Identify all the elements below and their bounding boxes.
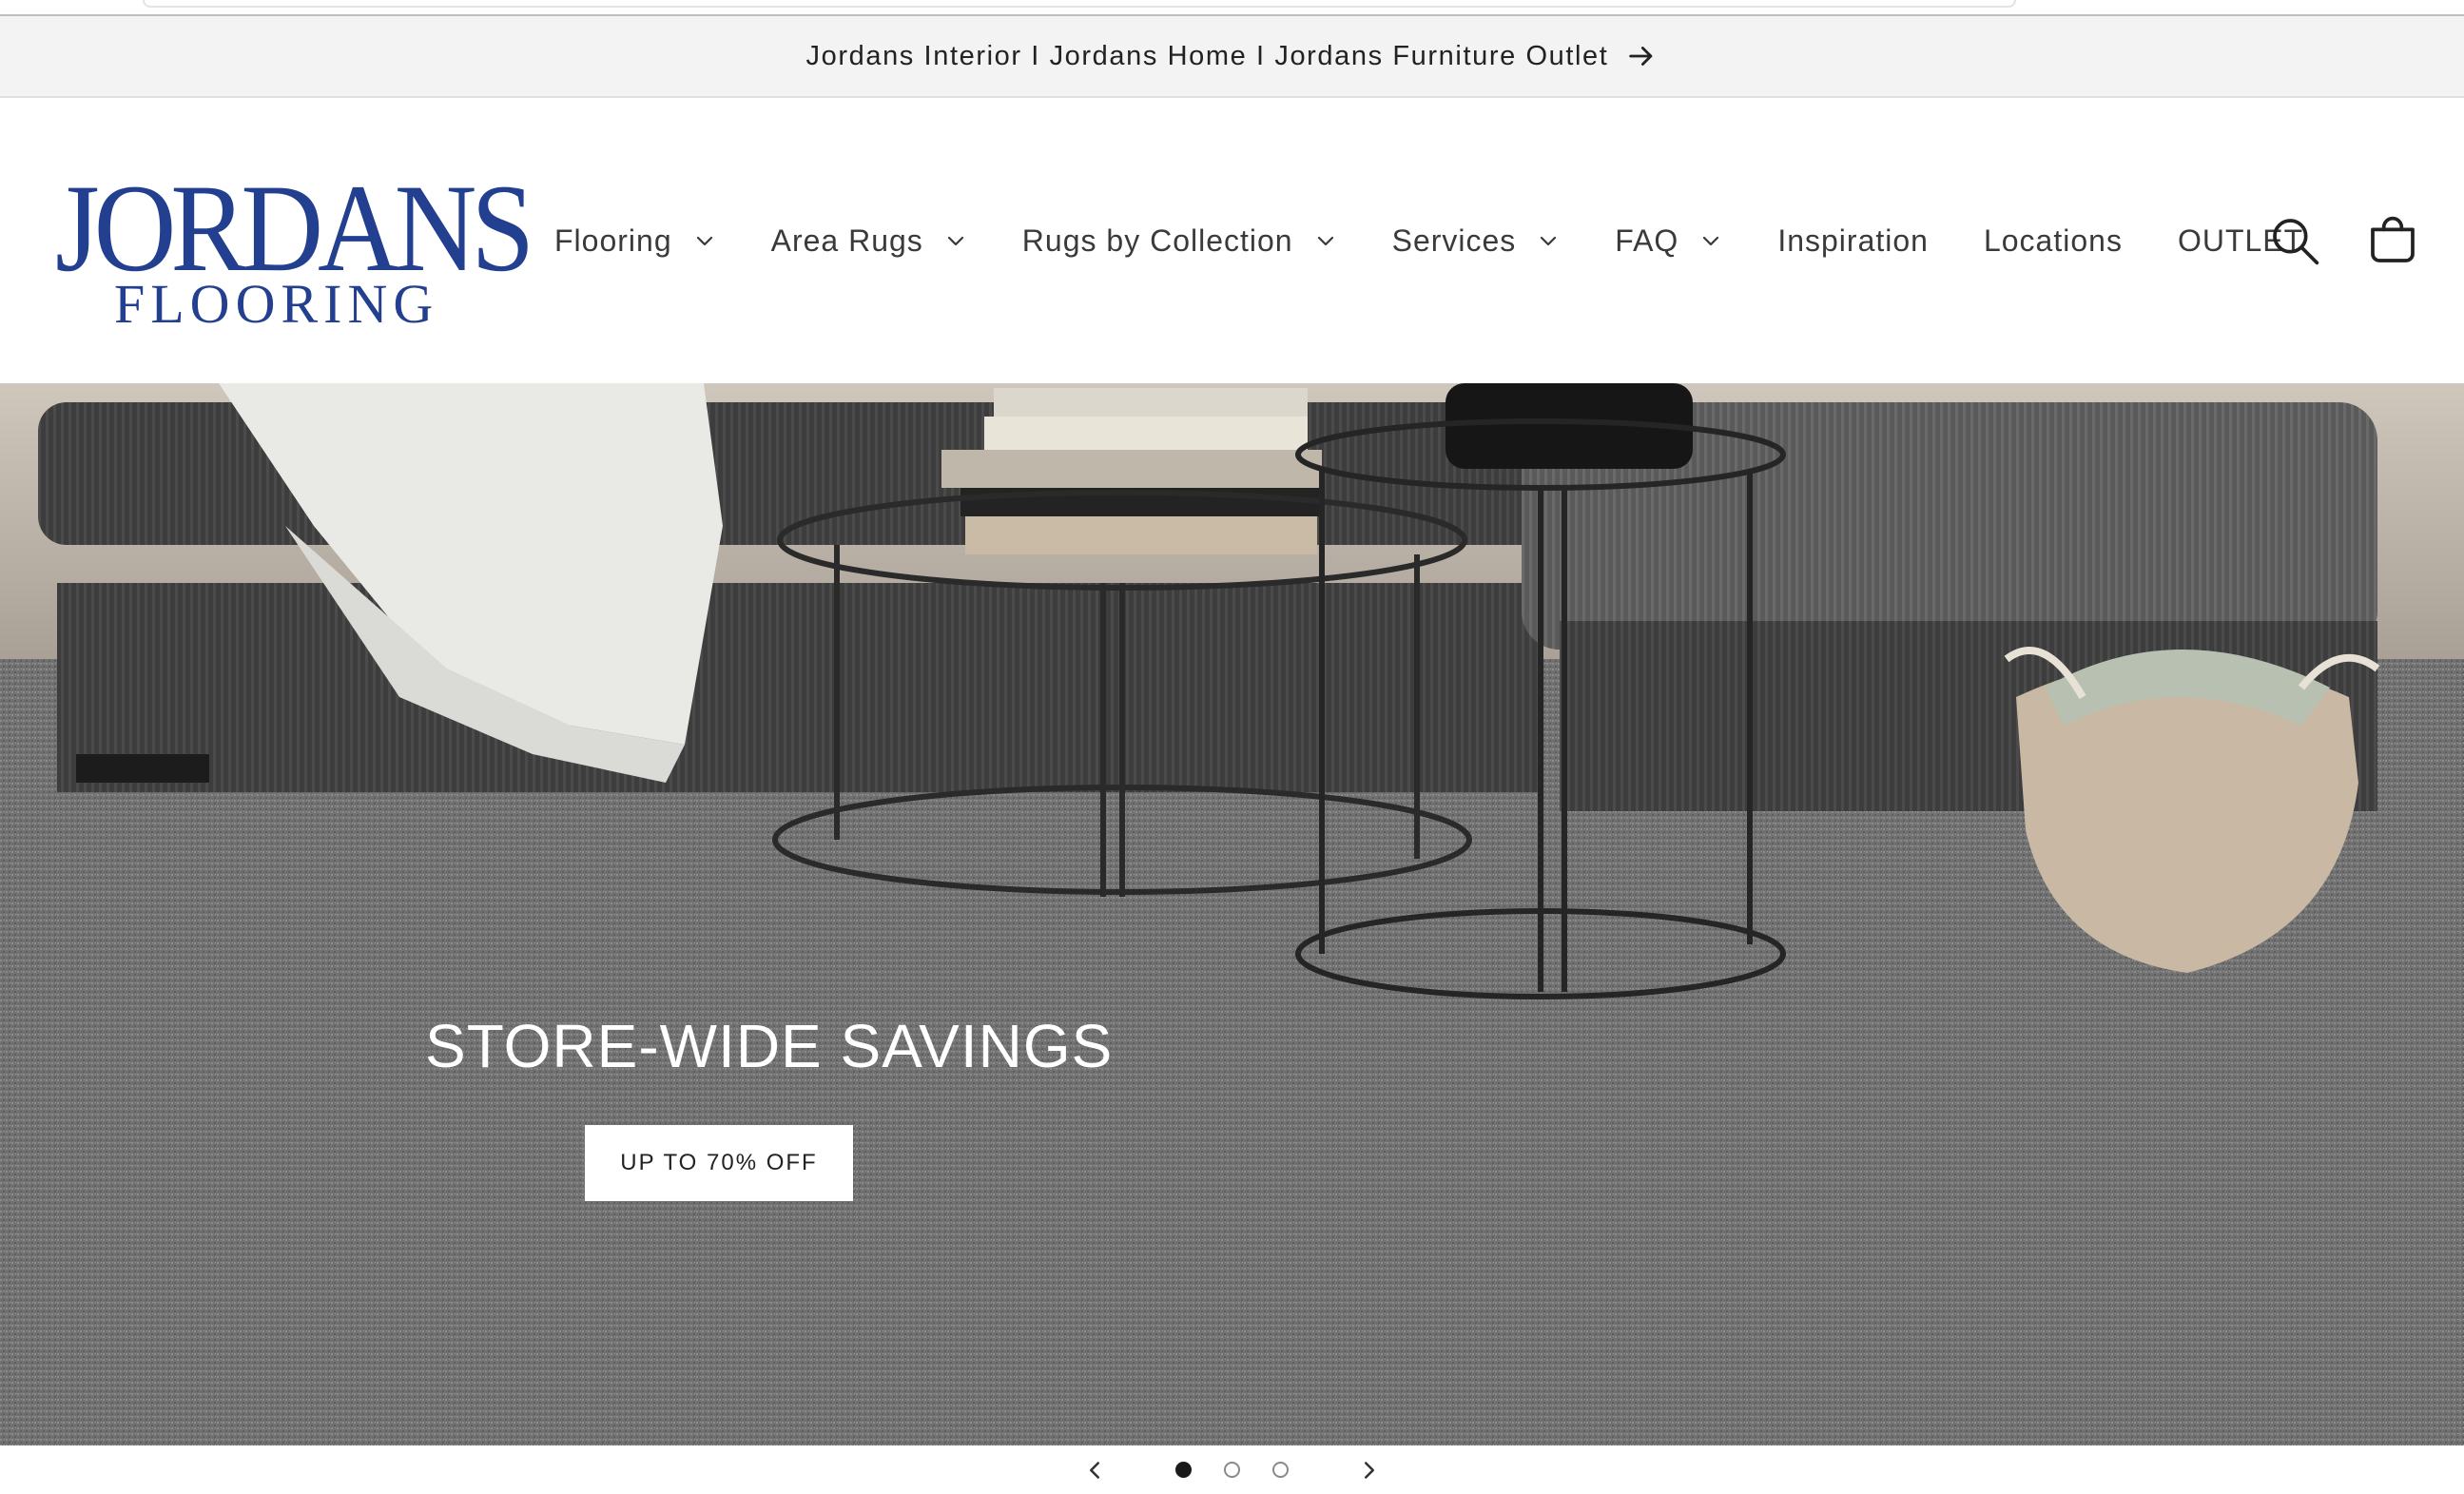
chevron-down-icon (1541, 236, 1557, 246)
site-header: JORDANS FLOORING Flooring Area Rugs Rugs… (0, 98, 2464, 383)
nav-item-services[interactable]: Services (1392, 223, 1561, 259)
chevron-down-icon (1703, 236, 1719, 246)
chevron-down-icon (947, 236, 963, 246)
announcement-link[interactable]: Jordans Interior I Jordans Home I Jordan… (806, 40, 1659, 72)
logo-wordmark: JORDANS (55, 158, 534, 298)
nav-item-label: Locations (1983, 223, 2123, 258)
nav-item-locations[interactable]: Locations (1984, 223, 2123, 259)
site-logo[interactable]: JORDANS FLOORING (55, 158, 534, 331)
nav-item-faq[interactable]: FAQ (1615, 223, 1722, 259)
hero-image (0, 383, 2464, 1445)
chevron-left-icon[interactable] (1080, 1456, 1109, 1484)
main-navigation: Flooring Area Rugs Rugs by Collection Se… (554, 98, 2303, 383)
chevron-down-icon (696, 236, 712, 246)
browser-top-strip (0, 0, 2464, 16)
nav-item-label: Area Rugs (770, 223, 923, 258)
nav-item-flooring[interactable]: Flooring (554, 223, 716, 259)
nav-item-inspiration[interactable]: Inspiration (1777, 223, 1929, 259)
nav-item-label: Inspiration (1777, 223, 1929, 258)
nav-item-label: Services (1391, 223, 1517, 258)
nav-item-label: FAQ (1615, 223, 1679, 258)
slider-dot-1[interactable] (1175, 1462, 1192, 1478)
chevron-right-icon[interactable] (1355, 1456, 1384, 1484)
slider-controls (0, 1445, 2464, 1494)
slider-dots (1175, 1462, 1289, 1478)
slider-dot-3[interactable] (1272, 1462, 1289, 1478)
cart-icon[interactable] (2366, 214, 2419, 267)
chevron-down-icon (1317, 236, 1333, 246)
hero-caption: STORE-WIDE SAVINGS UP TO 70% OFF (425, 1011, 1114, 1201)
nav-item-area-rugs[interactable]: Area Rugs (771, 223, 967, 259)
hero-heading: STORE-WIDE SAVINGS (425, 1012, 1114, 1080)
hero-cta-button[interactable]: UP TO 70% OFF (585, 1125, 853, 1201)
arrow-right-icon (1629, 47, 1653, 66)
nav-item-label: Rugs by Collection (1021, 223, 1293, 258)
nav-item-rugs-by-collection[interactable]: Rugs by Collection (1022, 223, 1337, 259)
nav-item-label: Flooring (554, 223, 672, 258)
search-icon[interactable] (2268, 214, 2321, 267)
hero-slideshow: STORE-WIDE SAVINGS UP TO 70% OFF (0, 383, 2464, 1445)
announcement-text: Jordans Interior I Jordans Home I Jordan… (805, 40, 1609, 71)
slider-dot-2[interactable] (1224, 1462, 1240, 1478)
announcement-bar: Jordans Interior I Jordans Home I Jordan… (0, 16, 2464, 98)
browser-address-area (143, 0, 2016, 8)
